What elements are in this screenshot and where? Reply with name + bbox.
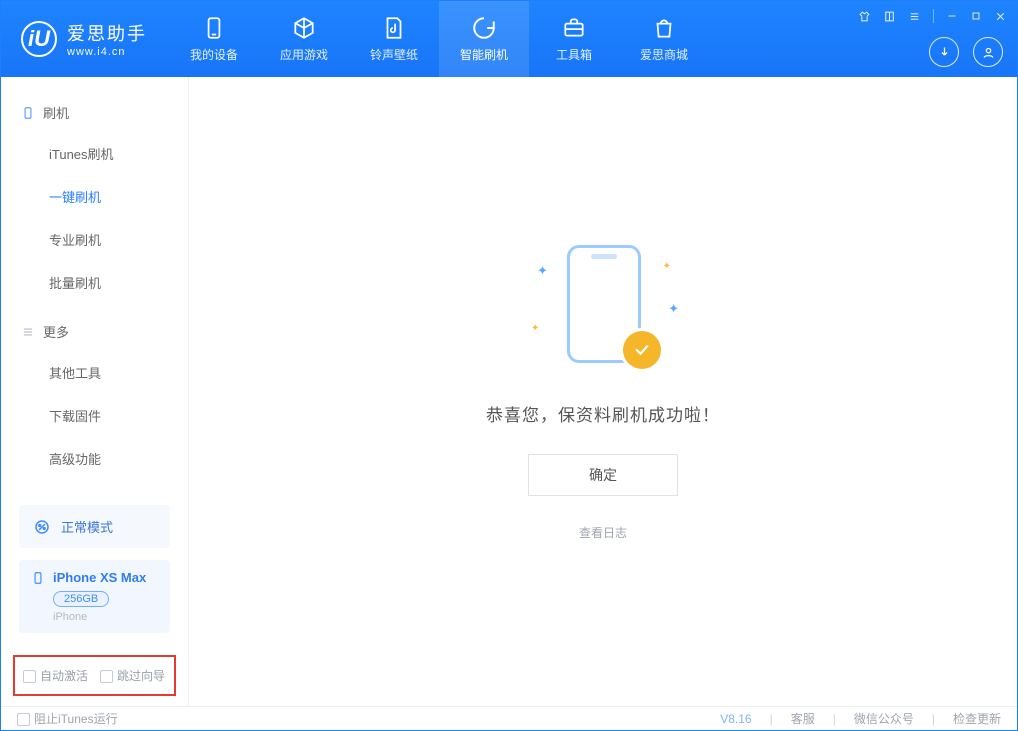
tab-label: 工具箱 [556,46,592,63]
tab-ringtone-wallpaper[interactable]: 铃声壁纸 [349,1,439,77]
tab-label: 爱思商城 [640,46,688,63]
bag-icon [651,15,677,41]
device-capacity-badge: 256GB [53,591,109,607]
separator [766,712,777,726]
checkbox-label: 自动激活 [40,669,88,683]
account-button[interactable] [973,37,1003,67]
phone-outline-icon [21,106,35,120]
close-icon[interactable] [994,10,1007,23]
tab-label: 我的设备 [190,46,238,63]
sidebar-item-download-firmware[interactable]: 下载固件 [1,394,188,437]
support-link[interactable]: 客服 [791,710,815,727]
mode-label: 正常模式 [61,517,113,536]
checkbox-auto-activate[interactable]: 自动激活 [23,667,88,684]
cube-icon [291,15,317,41]
phone-icon [201,15,227,41]
checkbox-block-itunes[interactable]: 阻止iTunes运行 [17,710,118,727]
main-layout: 刷机 iTunes刷机 一键刷机 专业刷机 批量刷机 更多 其他工具 下载固件 … [1,77,1017,706]
checkbox-label: 跳过向导 [117,669,165,683]
sidebar-group-flash: 刷机 [1,93,188,132]
checkbox-label: 阻止iTunes运行 [34,712,118,726]
device-type: iPhone [53,611,158,623]
mode-card[interactable]: 正常模式 [19,505,170,548]
user-icon [981,45,996,60]
device-name: iPhone XS Max [53,570,146,585]
music-file-icon [381,15,407,41]
separator [829,712,840,726]
list-icon [21,325,35,339]
device-card[interactable]: iPhone XS Max 256GB iPhone [19,560,170,633]
group-label: 刷机 [43,103,69,122]
success-message: 恭喜您，保资料刷机成功啦！ [486,401,720,426]
statusbar-right: V8.16 客服 微信公众号 检查更新 [720,710,1001,727]
refresh-shield-icon [471,15,497,41]
download-icon [937,45,952,60]
success-illustration: ✦ ✦ ✦ ✦ [523,243,683,373]
status-bar: 阻止iTunes运行 V8.16 客服 微信公众号 检查更新 [1,706,1017,730]
separator [933,9,934,23]
user-controls [929,37,1003,67]
sidebar-item-batch-flash[interactable]: 批量刷机 [1,261,188,304]
mode-normal-icon [33,518,51,536]
separator [928,712,939,726]
sparkle-icon: ✦ [531,323,539,334]
brand-url: www.i4.cn [67,46,147,58]
tab-label: 铃声壁纸 [370,46,418,63]
checkbox-skip-guide[interactable]: 跳过向导 [100,667,165,684]
sparkle-icon: ✦ [668,301,679,317]
tab-label: 智能刷机 [460,46,508,63]
window-controls [858,9,1007,23]
sidebar-item-pro-flash[interactable]: 专业刷机 [1,218,188,261]
checkbox-icon [100,670,113,683]
checkbox-icon [17,713,30,726]
tab-apps-games[interactable]: 应用游戏 [259,1,349,77]
logo-block: iU 爱思助手 www.i4.cn [1,1,169,77]
checkbox-icon [23,670,36,683]
book-icon[interactable] [883,10,896,23]
sidebar: 刷机 iTunes刷机 一键刷机 专业刷机 批量刷机 更多 其他工具 下载固件 … [1,77,189,706]
sidebar-item-advanced[interactable]: 高级功能 [1,437,188,480]
sparkle-icon: ✦ [663,261,671,272]
tab-store[interactable]: 爱思商城 [619,1,709,77]
version-label: V8.16 [720,712,751,726]
sidebar-item-other-tools[interactable]: 其他工具 [1,351,188,394]
group-label: 更多 [43,322,69,341]
sidebar-group-more: 更多 [1,312,188,351]
minimize-icon[interactable] [946,10,958,22]
maximize-icon[interactable] [970,10,982,22]
wechat-link[interactable]: 微信公众号 [854,710,914,727]
shirt-icon[interactable] [858,10,871,23]
topbar: iU 爱思助手 www.i4.cn 我的设备 应用游戏 铃声壁纸 智能刷机 工具… [1,1,1017,77]
download-button[interactable] [929,37,959,67]
check-badge-icon [623,331,661,369]
logo-icon: iU [21,21,57,57]
sparkle-icon: ✦ [537,263,548,279]
tab-toolbox[interactable]: 工具箱 [529,1,619,77]
sidebar-item-itunes-flash[interactable]: iTunes刷机 [1,132,188,175]
sidebar-item-oneclick-flash[interactable]: 一键刷机 [1,175,188,218]
tab-smart-flash[interactable]: 智能刷机 [439,1,529,77]
device-phone-icon [31,571,45,585]
ok-button[interactable]: 确定 [528,454,678,496]
tab-my-device[interactable]: 我的设备 [169,1,259,77]
menu-icon[interactable] [908,10,921,23]
device-name-row: iPhone XS Max [31,570,158,585]
view-log-link[interactable]: 查看日志 [579,524,627,541]
brand-name: 爱思助手 [67,20,147,46]
content-area: ✦ ✦ ✦ ✦ 恭喜您，保资料刷机成功啦！ 确定 查看日志 [189,77,1017,706]
tab-label: 应用游戏 [280,46,328,63]
flash-options-box: 自动激活 跳过向导 [13,655,176,696]
top-tabs: 我的设备 应用游戏 铃声壁纸 智能刷机 工具箱 爱思商城 [169,1,709,77]
briefcase-icon [561,15,587,41]
logo-text: 爱思助手 www.i4.cn [67,20,147,58]
statusbar-left: 阻止iTunes运行 [17,710,720,727]
check-update-link[interactable]: 检查更新 [953,710,1001,727]
